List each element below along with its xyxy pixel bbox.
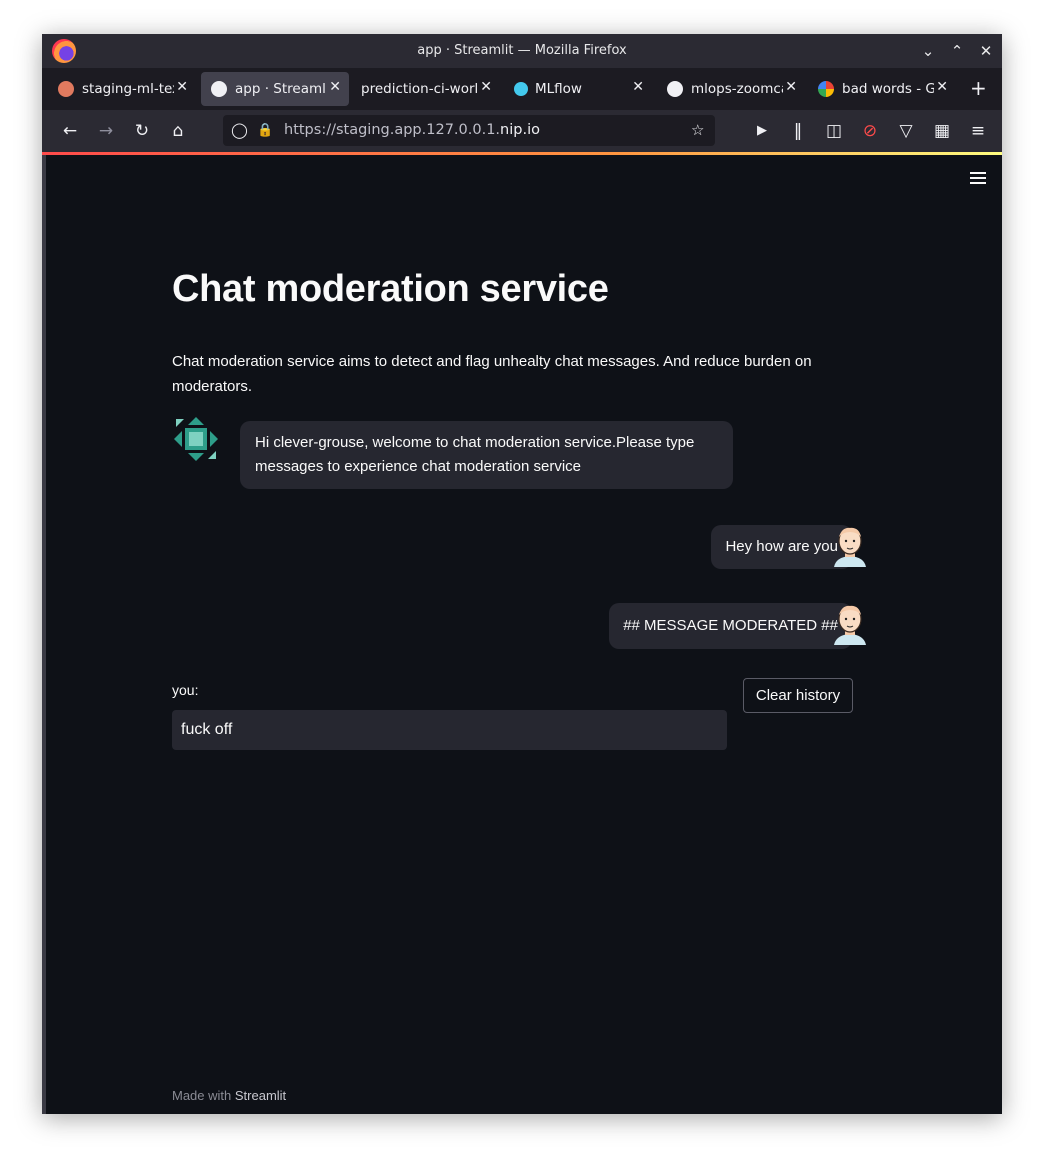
- input-label: you:: [172, 682, 199, 698]
- bot-message: Hi clever-grouse, welcome to chat modera…: [240, 421, 733, 489]
- tab-mlops-zoomcamp[interactable]: mlops-zoomcamp ✕: [657, 72, 805, 106]
- tab-mlflow[interactable]: MLflow ✕: [504, 72, 652, 106]
- reload-icon[interactable]: ↻: [131, 120, 153, 142]
- new-tab-icon[interactable]: +: [970, 76, 987, 100]
- ml-app-icon: [58, 81, 74, 97]
- tab-prediction-ci[interactable]: prediction-ci-workflow ✕: [352, 72, 500, 106]
- streamlit-link[interactable]: Streamlit: [235, 1088, 286, 1103]
- github-icon: [667, 81, 683, 97]
- address-bar[interactable]: ◯ 🔒 https://staging.app.127.0.0.1.nip.io…: [223, 115, 715, 146]
- page-description: Chat moderation service aims to detect a…: [172, 353, 812, 395]
- footer: Made with Streamlit: [172, 1088, 287, 1103]
- lock-icon[interactable]: 🔒: [257, 123, 273, 138]
- window-title: app · Streamlit — Mozilla Firefox: [417, 43, 627, 58]
- apps-grid-icon[interactable]: ▦: [931, 120, 953, 142]
- play-extension-icon[interactable]: ▶: [751, 120, 773, 142]
- mlflow-icon: [514, 82, 528, 96]
- navigation-toolbar: ← → ↻ ⌂ ◯ 🔒 https://staging.app.127.0.0.…: [42, 110, 1002, 152]
- forward-arrow-icon[interactable]: →: [95, 120, 117, 142]
- maximize-icon[interactable]: ⌃: [947, 41, 967, 61]
- tab-bad-words-google[interactable]: bad words - Google ✕: [808, 72, 956, 106]
- close-tab-icon[interactable]: ✕: [480, 79, 492, 95]
- close-tab-icon[interactable]: ✕: [632, 79, 644, 95]
- user-message: ## MESSAGE MODERATED ##: [609, 603, 852, 649]
- pocket-icon[interactable]: ▽: [895, 120, 917, 142]
- blocker-extension-icon[interactable]: ⊘: [859, 120, 881, 142]
- browser-window: app · Streamlit — Mozilla Firefox ⌄ ⌃ ✕ …: [42, 34, 1002, 1114]
- back-arrow-icon[interactable]: ←: [59, 120, 81, 142]
- streamlit-icon: [211, 81, 227, 97]
- menu-icon[interactable]: ≡: [967, 120, 989, 142]
- tab-staging-ml-text[interactable]: staging-ml-text ✕: [48, 72, 196, 106]
- user-avatar-icon: [834, 527, 866, 567]
- close-tab-icon[interactable]: ✕: [176, 79, 188, 95]
- url-text[interactable]: https://staging.app.127.0.0.1.nip.io: [284, 122, 540, 138]
- bot-avatar-icon: [174, 417, 218, 461]
- hamburger-menu-icon[interactable]: [970, 172, 986, 184]
- close-window-icon[interactable]: ✕: [976, 41, 996, 61]
- bookmark-star-icon[interactable]: ☆: [691, 121, 704, 139]
- close-tab-icon[interactable]: ✕: [936, 79, 948, 95]
- message-input[interactable]: [172, 710, 727, 750]
- title-bar: app · Streamlit — Mozilla Firefox ⌄ ⌃ ✕: [42, 34, 1002, 68]
- shield-icon[interactable]: ◯: [231, 121, 248, 139]
- close-tab-icon[interactable]: ✕: [785, 79, 797, 95]
- page-title: Chat moderation service: [172, 268, 609, 310]
- user-message: Hey how are you: [711, 525, 852, 569]
- home-icon[interactable]: ⌂: [167, 120, 189, 142]
- library-icon[interactable]: ‖: [787, 120, 809, 142]
- google-icon: [818, 81, 834, 97]
- close-tab-icon[interactable]: ✕: [329, 79, 341, 95]
- tab-bar: staging-ml-text ✕ app · Streamlit ✕ pred…: [42, 68, 1002, 110]
- sidebar-icon[interactable]: ◫: [823, 120, 845, 142]
- tab-app-streamlit[interactable]: app · Streamlit ✕: [201, 72, 349, 106]
- clear-history-button[interactable]: Clear history: [743, 678, 853, 713]
- user-avatar-icon: [834, 605, 866, 645]
- minimize-icon[interactable]: ⌄: [918, 41, 938, 61]
- streamlit-page: Chat moderation service Chat moderation …: [46, 155, 1002, 1114]
